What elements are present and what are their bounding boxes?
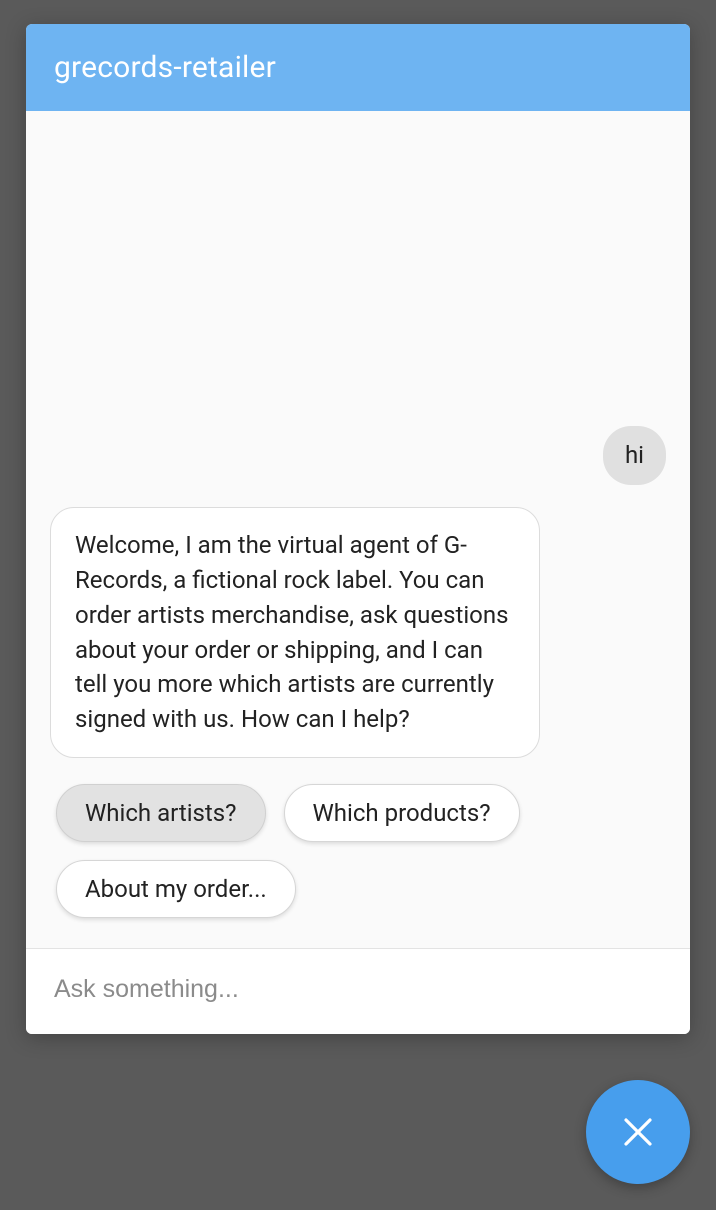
chat-header: grecords-retailer (26, 24, 690, 111)
chat-title: grecords-retailer (54, 50, 276, 85)
chip-which-products[interactable]: Which products? (284, 784, 520, 842)
bot-message-text: Welcome, I am the virtual agent of G-Rec… (75, 531, 508, 733)
chat-window: grecords-retailer hi Welcome, I am the v… (26, 24, 690, 1034)
chat-body: hi Welcome, I am the virtual agent of G-… (26, 111, 690, 948)
close-icon (618, 1112, 658, 1152)
chip-label: About my order... (85, 875, 267, 903)
chip-which-artists[interactable]: Which artists? (56, 784, 266, 842)
chip-about-my-order[interactable]: About my order... (56, 860, 296, 918)
message-row-bot: Welcome, I am the virtual agent of G-Rec… (50, 507, 666, 758)
user-message-text: hi (625, 441, 644, 469)
chip-label: Which artists? (85, 799, 237, 827)
bot-message-bubble: Welcome, I am the virtual agent of G-Rec… (50, 507, 540, 758)
message-row-user: hi (50, 426, 666, 485)
user-message-bubble: hi (603, 426, 666, 485)
chat-input[interactable] (54, 975, 662, 1004)
suggestion-chips: Which artists? Which products? About my … (56, 784, 666, 918)
close-chat-button[interactable] (586, 1080, 690, 1184)
chat-input-bar (26, 948, 690, 1034)
chip-label: Which products? (313, 799, 491, 827)
